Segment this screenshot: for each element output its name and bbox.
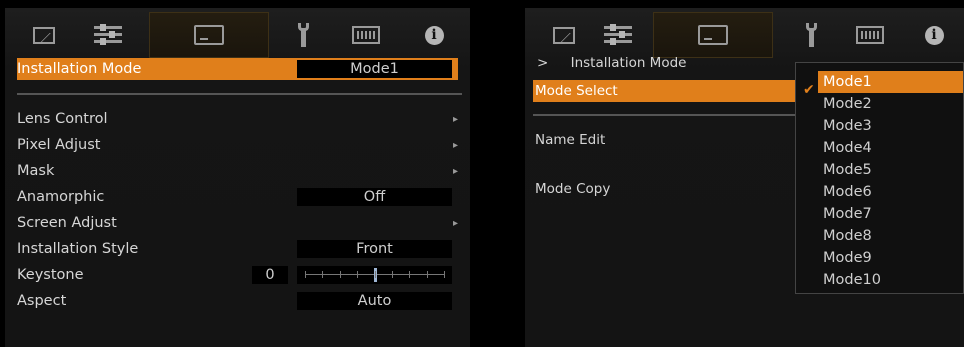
name-edit-item[interactable]: Name Edit <box>535 129 605 151</box>
dropdown-option-mode5[interactable]: Mode5 <box>823 159 872 181</box>
film-icon <box>856 26 884 44</box>
anamorphic-value[interactable]: Off <box>297 188 452 206</box>
tab-function[interactable] <box>781 12 843 58</box>
settings-icon <box>604 24 632 46</box>
keystone-value: 0 <box>252 266 288 284</box>
tab-memory[interactable] <box>839 12 901 58</box>
mode-dropdown[interactable]: ✔ Mode1 Mode2 Mode3 Mode4 Mode5 Mode6 Mo… <box>795 62 964 294</box>
wrench-icon <box>298 23 310 47</box>
slider-tick <box>427 271 428 278</box>
chevron-right-icon: ▸ <box>453 218 459 229</box>
check-icon: ✔ <box>803 82 815 98</box>
screen-icon <box>698 25 728 45</box>
breadcrumb: > Installation Mode <box>537 52 686 74</box>
screen-icon <box>194 25 224 45</box>
dropdown-option-mode1[interactable]: Mode1 <box>818 71 963 93</box>
left-menu-panel: i Installation Mode Mode1 Lens Control ▸… <box>5 8 470 347</box>
tab-installation[interactable] <box>149 12 269 58</box>
tab-image[interactable] <box>13 12 75 58</box>
wrench-icon <box>806 23 818 47</box>
dropdown-option-mode2[interactable]: Mode2 <box>823 93 872 115</box>
divider <box>17 93 462 95</box>
slider-tick <box>444 271 445 278</box>
aspect-item[interactable]: Aspect <box>17 290 66 312</box>
dropdown-option-mode10[interactable]: Mode10 <box>823 269 881 291</box>
slider-tick <box>409 271 410 278</box>
dropdown-option-mode6[interactable]: Mode6 <box>823 181 872 203</box>
tab-info[interactable]: i <box>903 12 964 58</box>
breadcrumb-marker: > <box>537 55 549 71</box>
divider <box>533 114 803 116</box>
breadcrumb-title: Installation Mode <box>570 55 687 71</box>
dropdown-option-mode8[interactable]: Mode8 <box>823 225 872 247</box>
settings-icon <box>94 24 122 46</box>
slider-tick <box>357 271 358 278</box>
chevron-right-icon: ▸ <box>453 114 459 125</box>
mode-copy-item[interactable]: Mode Copy <box>535 178 610 200</box>
info-icon: i <box>424 25 444 45</box>
slider-tick <box>392 271 393 278</box>
slider-tick <box>375 271 376 278</box>
chevron-right-icon: ▸ <box>453 166 459 177</box>
image-icon <box>553 26 575 44</box>
dropdown-option-mode7[interactable]: Mode7 <box>823 203 872 225</box>
keystone-slider[interactable] <box>297 266 452 284</box>
mode-select-label: Mode Select <box>535 83 618 99</box>
anamorphic-item[interactable]: Anamorphic <box>17 186 104 208</box>
tab-function[interactable] <box>273 12 335 58</box>
installation-mode-label: Installation Mode <box>17 61 142 77</box>
installation-style-value[interactable]: Front <box>297 240 452 258</box>
image-icon <box>33 26 55 44</box>
dropdown-option-mode4[interactable]: Mode4 <box>823 137 872 159</box>
chevron-right-icon: ▸ <box>453 140 459 151</box>
lens-control-item[interactable]: Lens Control <box>17 108 108 130</box>
dropdown-option-mode3[interactable]: Mode3 <box>823 115 872 137</box>
tab-bar: i <box>5 12 470 58</box>
slider-tick <box>322 271 323 278</box>
tab-info[interactable]: i <box>403 12 465 58</box>
slider-tick <box>340 271 341 278</box>
installation-mode-value[interactable]: Mode1 <box>297 60 452 78</box>
keystone-item[interactable]: Keystone <box>17 264 84 286</box>
installation-style-item[interactable]: Installation Style <box>17 238 138 260</box>
dropdown-option-mode9[interactable]: Mode9 <box>823 247 872 269</box>
tab-memory[interactable] <box>335 12 397 58</box>
mask-item[interactable]: Mask <box>17 160 54 182</box>
tab-settings[interactable] <box>77 12 139 58</box>
pixel-adjust-item[interactable]: Pixel Adjust <box>17 134 100 156</box>
film-icon <box>352 26 380 44</box>
info-icon: i <box>924 25 944 45</box>
slider-tick <box>305 271 306 278</box>
screen-adjust-item[interactable]: Screen Adjust <box>17 212 117 234</box>
aspect-value[interactable]: Auto <box>297 292 452 310</box>
